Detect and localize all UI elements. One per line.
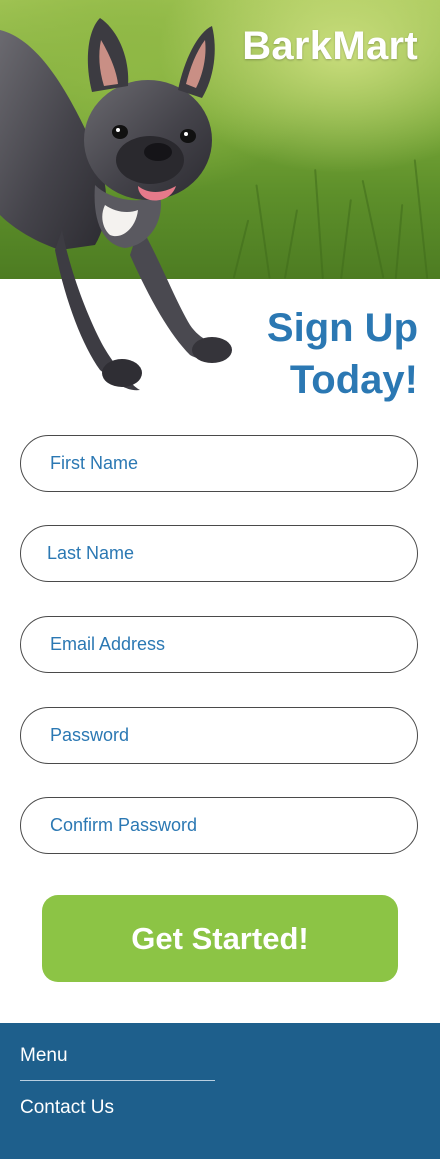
- footer: Menu Contact Us: [0, 1023, 440, 1159]
- footer-menu-link[interactable]: Menu: [20, 1045, 68, 1067]
- signup-heading: Sign Up Today!: [267, 302, 418, 406]
- grass-blade: [361, 179, 385, 279]
- footer-contact-link[interactable]: Contact Us: [20, 1097, 114, 1119]
- grass-blade: [283, 209, 299, 279]
- confirm-password-input[interactable]: [20, 797, 418, 854]
- grass-blade: [314, 169, 324, 279]
- email-input[interactable]: [20, 616, 418, 673]
- last-name-input[interactable]: [20, 525, 418, 582]
- footer-divider: [20, 1080, 215, 1081]
- grass-blade: [255, 184, 271, 279]
- brand-logo[interactable]: BarkMart: [242, 24, 418, 69]
- password-input[interactable]: [20, 707, 418, 764]
- signup-heading-line2: Today!: [289, 358, 418, 402]
- bulldog-image: [0, 18, 232, 391]
- grass-blade: [340, 199, 352, 279]
- signup-heading-line1: Sign Up: [266, 306, 418, 350]
- get-started-button[interactable]: Get Started!: [42, 895, 398, 982]
- first-name-input[interactable]: [20, 435, 418, 492]
- grass-blade: [394, 204, 404, 279]
- grass-blade: [413, 159, 429, 279]
